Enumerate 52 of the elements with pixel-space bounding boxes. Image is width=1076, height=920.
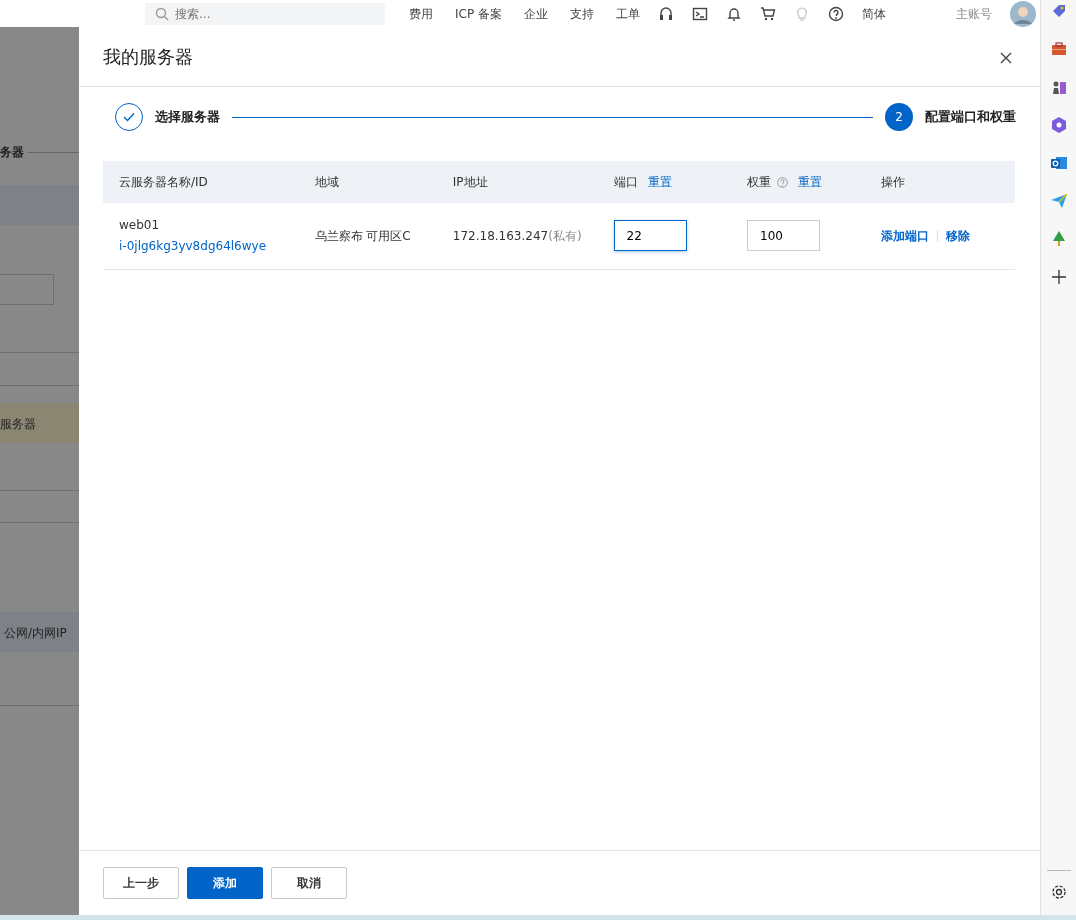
- action-link[interactable]: 添加端口: [880, 226, 929, 245]
- dialog-title: 我的服务器: [103, 45, 193, 68]
- headset-icon[interactable]: [657, 5, 674, 22]
- help-icon: [777, 176, 789, 188]
- reset-link[interactable]: 重置: [647, 173, 672, 191]
- column-header: 端口: [613, 174, 638, 191]
- reset-link[interactable]: 重置: [798, 173, 823, 191]
- table-cell: 服务器: [0, 417, 36, 431]
- server-id-link[interactable]: i-0jlg6kg3yv8dg64l6wye: [119, 239, 267, 254]
- search-icon: [155, 6, 169, 21]
- account-label[interactable]: 主账号: [955, 4, 992, 23]
- step-indicator: 2: [885, 103, 913, 131]
- mail-app-icon[interactable]: [1049, 154, 1068, 172]
- step-label: 配置端口和权重: [925, 108, 1016, 127]
- section-title: 务器: [0, 144, 24, 161]
- ip-address: 172.18.163.247: [452, 228, 549, 243]
- nav-link-item[interactable]: 费用: [409, 4, 433, 23]
- search-field[interactable]: 搜索...: [145, 2, 385, 25]
- input-field: [0, 274, 54, 305]
- weight-input[interactable]: 100: [747, 220, 821, 252]
- footer-button[interactable]: 取消: [271, 867, 347, 899]
- paper-plane-icon[interactable]: [1049, 192, 1068, 210]
- settings-icon[interactable]: [1049, 883, 1068, 901]
- column-header: 公网/内网IP: [4, 626, 67, 640]
- step-label: 选择服务器: [155, 108, 220, 127]
- nav-link-item[interactable]: 支持: [569, 4, 594, 23]
- ip-type: (私有): [548, 228, 582, 243]
- language-link[interactable]: 简体: [861, 4, 886, 23]
- nav-link-item[interactable]: 工单: [615, 4, 640, 23]
- terminal-icon[interactable]: [691, 5, 708, 22]
- close-icon: [1000, 52, 1012, 64]
- avatar: [1009, 0, 1036, 27]
- action-link[interactable]: 移除: [945, 226, 970, 245]
- footer-button[interactable]: 上一步: [103, 867, 179, 899]
- hexagon-logo-icon[interactable]: [1049, 116, 1068, 134]
- port-input[interactable]: 22: [613, 220, 687, 252]
- footer-button[interactable]: 添加: [187, 867, 263, 899]
- add-icon[interactable]: [1049, 268, 1068, 286]
- column-header: 操作: [880, 174, 905, 191]
- briefcase-icon[interactable]: [1049, 40, 1068, 58]
- bell-icon[interactable]: [725, 5, 742, 22]
- nav-link-item[interactable]: 企业: [523, 4, 548, 23]
- nav-link-item[interactable]: ICP 备案: [455, 4, 502, 23]
- help-icon[interactable]: [827, 5, 844, 22]
- server-name: web01: [119, 217, 161, 235]
- column-header: 权重: [747, 174, 772, 191]
- table-cell: 乌兰察布 可用区C: [314, 228, 411, 243]
- check-icon: [123, 112, 135, 122]
- column-header: IP地址: [452, 174, 488, 191]
- cart-icon[interactable]: [759, 5, 776, 22]
- column-header: 地域: [314, 174, 339, 191]
- column-header: 云服务器名称/ID: [119, 174, 208, 191]
